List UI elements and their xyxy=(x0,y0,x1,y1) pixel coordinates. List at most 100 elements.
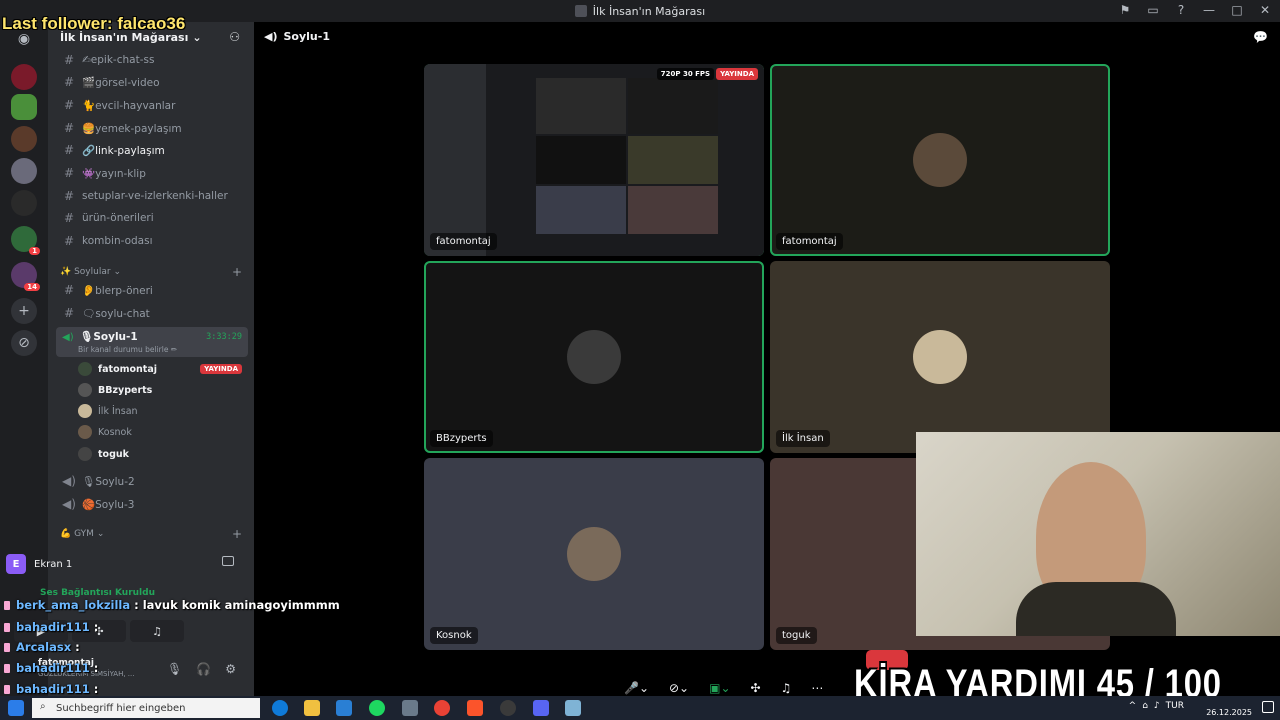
hash-icon: # xyxy=(63,166,75,180)
minimize-button[interactable]: — xyxy=(1202,3,1216,17)
channel-label: 🔗link-paylaşım xyxy=(82,144,165,157)
server-icon-1[interactable] xyxy=(11,64,37,90)
participant-tile[interactable]: Kosnok xyxy=(424,458,764,650)
microphone-icon[interactable]: 🎤⌄ xyxy=(624,681,649,695)
channel-epik-chat-ss[interactable]: # ✍epik-chat-ss xyxy=(56,50,248,70)
voice-user[interactable]: Kosnok xyxy=(78,422,248,442)
voice-channel-name: 🎙Soylu-1 xyxy=(80,331,138,343)
voice-status[interactable]: Bir kanal durumu belirle ✏ xyxy=(78,345,177,354)
store-icon[interactable] xyxy=(336,700,352,716)
close-button[interactable]: ✕ xyxy=(1258,3,1272,17)
channel-yayin-klip[interactable]: # 👾yayın-klip xyxy=(56,163,248,183)
voice-channel-soylu-2[interactable]: ◀) 🎙Soylu-2 xyxy=(56,471,248,491)
channel-urun-onerileri[interactable]: # ürün-önerileri xyxy=(56,208,248,228)
taskbar: ⌕ Suchbegriff hier eingeben ^ ⌂ ♪ TUR 26… xyxy=(0,696,1280,720)
channel-blerp-oneri[interactable]: # 👂blerp-öneri xyxy=(56,280,248,300)
network-icon[interactable]: ⌂ xyxy=(1142,701,1148,711)
activities-icon[interactable]: ✣ xyxy=(751,681,761,695)
server-icon-6[interactable]: 1 xyxy=(11,226,40,255)
help-icon[interactable]: ? xyxy=(1174,3,1188,17)
server-icon-4[interactable] xyxy=(11,158,37,184)
stream-tile[interactable]: 720P 30 FPS YAYINDA fatomontaj xyxy=(424,64,764,256)
connection-status[interactable]: Ses Bağlantısı Kuruldu xyxy=(40,588,155,598)
server-icon-active[interactable] xyxy=(11,94,37,120)
stop-share-icon[interactable] xyxy=(222,556,234,566)
explore-icon[interactable]: ⊘ xyxy=(11,330,37,356)
soundboard-icon[interactable]: ♫ xyxy=(781,681,792,695)
participant-tile[interactable]: fatomontaj xyxy=(770,64,1110,256)
server-icon-7[interactable]: 14 xyxy=(11,262,40,291)
language-indicator[interactable]: TUR xyxy=(1166,701,1184,711)
participant-tile[interactable]: BBzyperts xyxy=(424,261,764,453)
voice-user-name: BBzyperts xyxy=(98,384,153,396)
channel-label: kombin-odası xyxy=(82,235,153,247)
channel-soylu-chat[interactable]: # 🗨soylu-chat xyxy=(56,303,248,323)
hash-icon: # xyxy=(63,283,75,297)
app-icon[interactable] xyxy=(565,700,581,716)
server-icon-5[interactable] xyxy=(11,190,37,216)
channel-yemek-paylasim[interactable]: # 🍔yemek-paylaşım xyxy=(56,118,248,138)
channel-evcil-hayvanlar[interactable]: # 🐈evcil-hayvanlar xyxy=(56,95,248,115)
add-user-icon[interactable]: ⚇ xyxy=(229,30,240,44)
voice-user[interactable]: İlk İnsan xyxy=(78,401,248,421)
chat-bubble-icon[interactable]: 💬 xyxy=(1253,30,1268,44)
channel-link-paylasim[interactable]: # 🔗link-paylaşım xyxy=(56,140,248,160)
microphone-icon[interactable]: 🎙 xyxy=(167,662,182,676)
taskbar-search[interactable]: ⌕ Suchbegriff hier eingeben xyxy=(32,698,260,718)
voice-channel-soylu-3[interactable]: ◀) 🏀Soylu-3 xyxy=(56,494,248,514)
date-text: 26.12.2025 xyxy=(1206,708,1252,717)
category-gym[interactable]: 💪 GYM ⌄ xyxy=(60,529,104,539)
hash-icon: # xyxy=(63,53,75,67)
discord-icon[interactable] xyxy=(533,700,549,716)
obs-icon[interactable] xyxy=(500,700,516,716)
add-server-icon[interactable]: + xyxy=(11,298,37,324)
system-tray: ^ ⌂ ♪ TUR xyxy=(1129,701,1184,711)
chevron-down-icon: ⌄ xyxy=(192,30,202,44)
voice-timer: 3:33:29 xyxy=(206,332,242,342)
badge-icon xyxy=(4,601,10,610)
voice-user[interactable]: toguk xyxy=(78,444,248,464)
chevron-up-icon[interactable]: ^ xyxy=(1129,701,1137,711)
screen-share-icon[interactable]: ▣⌄ xyxy=(709,681,730,695)
channel-kombin-odasi[interactable]: # kombin-odası xyxy=(56,231,248,251)
channel-label: 🐈evcil-hayvanlar xyxy=(82,99,176,112)
hash-icon: # xyxy=(63,306,75,320)
chat-user: berk_ama_lokzilla xyxy=(16,598,131,612)
spotify-icon[interactable] xyxy=(369,700,385,716)
volume-icon[interactable]: ♪ xyxy=(1154,701,1160,711)
search-icon: ⌕ xyxy=(40,701,46,712)
edge-icon[interactable] xyxy=(272,700,288,716)
camera-off-icon[interactable]: ⊘⌄ xyxy=(669,681,689,695)
participant-tile[interactable]: İlk İnsan xyxy=(770,261,1110,453)
clock[interactable]: 26.12.2025 xyxy=(1206,698,1252,718)
inbox-icon[interactable]: ▭ xyxy=(1146,3,1160,17)
chat-message: berk_ama_lokzilla : lavuk komik aminagoy… xyxy=(4,598,340,612)
category-soylular[interactable]: ✨ Soylular ⌄ xyxy=(60,267,121,277)
avatar xyxy=(78,383,92,397)
voice-user[interactable]: fatomontaj YAYINDA xyxy=(78,359,248,379)
gear-icon[interactable]: ⚙ xyxy=(225,662,236,676)
channel-gorsel-video[interactable]: # 🎬görsel-video xyxy=(56,72,248,92)
start-icon[interactable] xyxy=(8,700,24,716)
notification-icon[interactable] xyxy=(1262,701,1274,713)
calculator-icon[interactable] xyxy=(402,700,418,716)
file-explorer-icon[interactable] xyxy=(304,700,320,716)
server-icon-3[interactable] xyxy=(11,126,37,152)
avatar xyxy=(913,330,967,384)
brave-icon[interactable] xyxy=(467,700,483,716)
avatar xyxy=(913,133,967,187)
more-icon[interactable]: ⋯ xyxy=(811,681,823,695)
add-channel-icon[interactable]: + xyxy=(232,527,242,541)
channel-label: 🍔yemek-paylaşım xyxy=(82,122,182,135)
maximize-button[interactable]: □ xyxy=(1230,3,1244,17)
add-channel-icon[interactable]: + xyxy=(232,265,242,279)
headphones-icon[interactable]: 🎧 xyxy=(196,662,211,676)
voice-channel-soylu-1[interactable]: ◀) 🎙Soylu-1 Bir kanal durumu belirle ✏ 3… xyxy=(56,327,248,357)
chrome-icon[interactable] xyxy=(434,700,450,716)
hash-icon: # xyxy=(63,121,75,135)
voice-user[interactable]: BBzyperts xyxy=(78,380,248,400)
channel-label: ürün-önerileri xyxy=(82,212,154,224)
flag-icon[interactable]: ⚑ xyxy=(1118,3,1132,17)
channel-setuplar[interactable]: # setuplar-ve-izlerkenki-haller xyxy=(56,186,248,206)
soundboard-button[interactable]: ♫ xyxy=(130,620,184,642)
